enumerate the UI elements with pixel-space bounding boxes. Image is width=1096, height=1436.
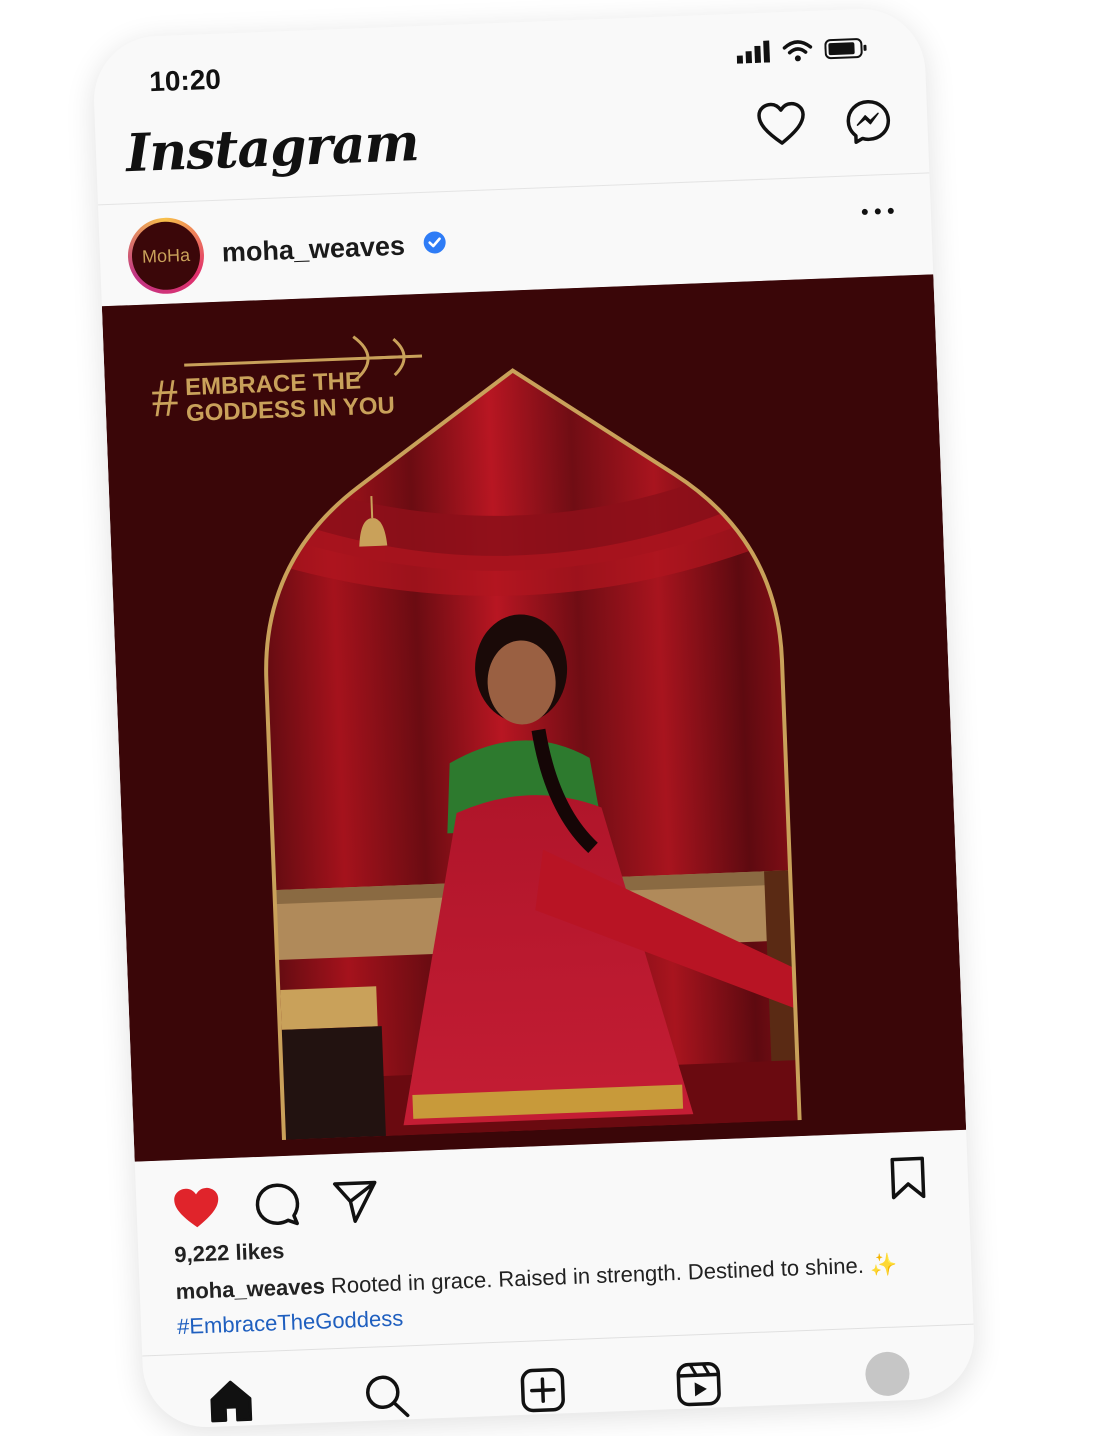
like-filled-icon[interactable] xyxy=(172,1186,222,1230)
bottom-nav xyxy=(142,1323,977,1430)
caption: moha_weaves Rooted in grace. Raised in s… xyxy=(175,1247,936,1308)
share-icon[interactable] xyxy=(332,1178,380,1224)
wifi-icon xyxy=(782,40,813,62)
caption-username[interactable]: moha_weaves xyxy=(175,1273,325,1304)
avatar: MoHa xyxy=(130,220,202,292)
reels-icon[interactable] xyxy=(675,1360,723,1408)
more-options-icon[interactable] xyxy=(861,206,895,217)
sparkles-emoji: ✨ xyxy=(869,1251,898,1278)
status-time: 10:20 xyxy=(148,63,222,98)
comment-icon[interactable] xyxy=(254,1181,302,1229)
bookmark-icon[interactable] xyxy=(889,1155,927,1200)
post-image[interactable]: # EMBRACE THE GODDESS IN YOU xyxy=(101,274,967,1162)
search-icon[interactable] xyxy=(363,1372,411,1420)
post-username[interactable]: moha_weaves xyxy=(221,231,405,269)
post-photo-illustration: # EMBRACE THE GODDESS IN YOU xyxy=(101,274,967,1162)
create-icon[interactable] xyxy=(519,1366,567,1414)
header-actions xyxy=(757,98,893,149)
caption-text: Rooted in grace. Raised in strength. Des… xyxy=(330,1252,865,1299)
story-ring[interactable]: MoHa xyxy=(126,216,206,296)
instagram-logo: Instagram xyxy=(124,112,420,185)
signal-icon xyxy=(736,40,771,64)
overlay-hash: # xyxy=(150,367,179,428)
battery-icon xyxy=(824,38,867,60)
likes-count[interactable]: 9,222 likes xyxy=(174,1238,285,1268)
verified-badge-icon xyxy=(423,231,446,254)
messenger-icon[interactable] xyxy=(844,98,892,146)
status-icons xyxy=(736,37,869,64)
home-icon[interactable] xyxy=(207,1378,255,1424)
profile-avatar[interactable] xyxy=(864,1351,911,1397)
hashtag-link[interactable]: #EmbraceTheGoddess xyxy=(177,1305,404,1340)
heart-icon[interactable] xyxy=(757,101,807,147)
phone-frame: 10:20 Instagram MoHa moha_weaves # EMBRA… xyxy=(91,6,977,1430)
